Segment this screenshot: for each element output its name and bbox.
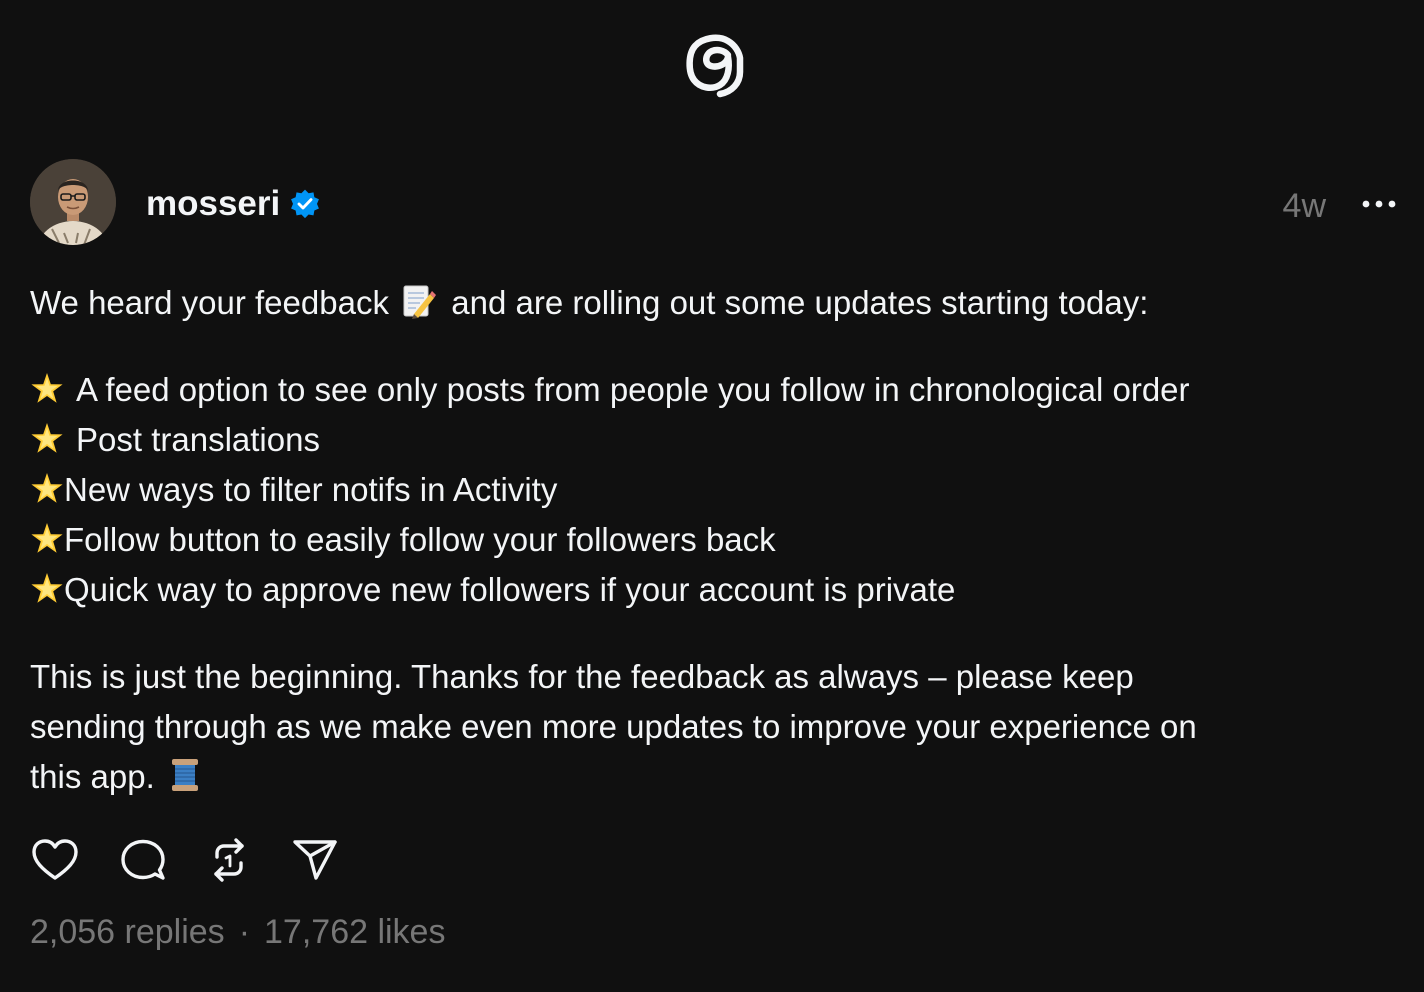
update-text: New ways to filter notifs in Activity (64, 471, 558, 508)
post-closing-line-3: this app. (30, 752, 1400, 802)
post-closing-line-1: This is just the beginning. Thanks for t… (30, 658, 1134, 695)
post-closing-line-2: sending through as we make even more upd… (30, 708, 1197, 745)
verified-badge-icon (291, 189, 319, 219)
list-item: A feed option to see only posts from peo… (30, 365, 1400, 415)
glowing-star-emoji-icon (31, 373, 63, 403)
list-item: Post translations (30, 415, 1400, 465)
memo-emoji-icon (403, 285, 437, 319)
glowing-star-emoji-icon (31, 573, 63, 603)
likes-count[interactable]: 17,762 likes (264, 913, 445, 951)
list-item: Quick way to approve new followers if yo… (30, 565, 1400, 615)
update-text: Quick way to approve new followers if yo… (64, 571, 956, 608)
post-intro-text-end: and are rolling out some updates startin… (442, 284, 1149, 321)
repost-icon[interactable] (204, 836, 254, 884)
update-text: A feed option to see only posts from peo… (76, 371, 1190, 408)
avatar-photo (30, 159, 116, 245)
list-item: New ways to filter notifs in Activity (30, 465, 1400, 515)
post-stats: 2,056 replies · 17,762 likes (30, 911, 445, 953)
post-body: We heard your feedback and are rolling o… (30, 278, 1400, 802)
post-timestamp: 4w (1282, 187, 1326, 225)
avatar[interactable] (30, 159, 116, 245)
update-text: Post translations (76, 421, 320, 458)
author-username[interactable]: mosseri (146, 184, 280, 224)
post-closing-text-end: this app. (30, 758, 164, 795)
comment-icon[interactable] (118, 836, 168, 884)
list-item: Follow button to easily follow your foll… (30, 515, 1400, 565)
glowing-star-emoji-icon (31, 523, 63, 553)
post-intro: We heard your feedback and are rolling o… (30, 278, 1400, 328)
update-text: Follow button to easily follow your foll… (64, 521, 776, 558)
share-icon[interactable] (290, 836, 340, 884)
glowing-star-emoji-icon (31, 423, 63, 453)
heart-icon[interactable] (30, 836, 80, 884)
thread-spool-emoji-icon (171, 759, 198, 791)
post-intro-text-start: We heard your feedback (30, 284, 399, 321)
more-options-icon[interactable] (1358, 188, 1400, 220)
stats-separator: · (238, 913, 251, 951)
threads-logo-icon[interactable] (682, 28, 748, 100)
glowing-star-emoji-icon (31, 473, 63, 503)
replies-count[interactable]: 2,056 replies (30, 913, 225, 951)
